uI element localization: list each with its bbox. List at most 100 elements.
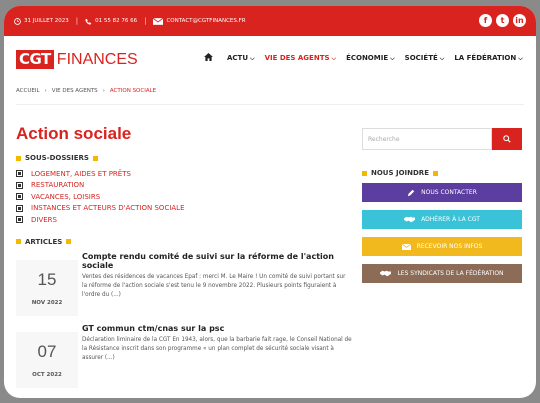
bullet-square (362, 170, 367, 176)
bullet-square (66, 239, 72, 244)
articles-heading: ARTICLES (16, 238, 348, 246)
nav-label: ÉCONOMIE (346, 54, 389, 62)
twitter-icon[interactable]: t (496, 14, 509, 27)
subfolder-label: INSTANCES ET ACTEURS D'ACTION SOCIALE (31, 204, 185, 213)
article-excerpt: Ventes des résidences de vacances Epaf :… (82, 273, 346, 298)
instagram-icon[interactable]: in (513, 14, 526, 27)
subfolder-item[interactable]: DIVERS (16, 214, 348, 226)
subfolder-item[interactable]: LOGEMENT, AIDES ET PRÊTS (16, 168, 348, 180)
subfolder-label: DIVERS (31, 215, 57, 224)
home-icon[interactable] (204, 53, 213, 64)
syndicats-button[interactable]: LES SYNDICATS DE LA FÉDÉRATION (362, 264, 522, 283)
date-box: 15 NOV 2022 (16, 259, 78, 316)
pencil-icon (407, 189, 415, 196)
subfolder-item[interactable]: RESTAURATION (16, 180, 348, 192)
button-label: ADHÉRER À LA CGT (421, 216, 480, 223)
email-item[interactable]: CONTACT@CGTFINANCES.FR (153, 17, 246, 25)
chevron-down-icon: ⌵ (518, 55, 523, 62)
breadcrumb-home[interactable]: ACCUEIL (16, 88, 40, 94)
handshake-icon (380, 270, 392, 277)
date-text: 31 JUILLET 2023 (24, 18, 69, 24)
article-card[interactable]: 07 OCT 2022 GT commun ctm/cnas sur la ps… (16, 324, 352, 388)
articles-heading-label: ARTICLES (25, 237, 63, 246)
separator: | (144, 17, 147, 25)
social-links: f t in (479, 14, 526, 27)
date-box: 07 OCT 2022 (16, 331, 78, 388)
nav-label: LA FÉDÉRATION (454, 54, 517, 62)
main-nav: ACTU ⌵ VIE DES AGENTS ⌵ ÉCONOMIE ⌵ SOCIÉTÉ ⌵… (204, 53, 523, 64)
article-month: OCT 2022 (32, 371, 62, 378)
article-body: GT commun ctm/cnas sur la psc Déclaratio… (82, 324, 352, 364)
breadcrumb-current: ACTION SOCIALE (109, 88, 157, 94)
breadcrumb-section[interactable]: VIE DES AGENTS (52, 88, 98, 94)
article-day: 15 (37, 269, 57, 289)
envelope-icon (401, 243, 411, 250)
folder-icon (16, 193, 23, 201)
clock-icon (14, 17, 21, 25)
divider (16, 104, 524, 105)
article-day: 07 (37, 341, 57, 361)
chevron-down-icon: ⌵ (439, 55, 445, 62)
folder-icon (16, 181, 23, 189)
article-title[interactable]: GT commun ctm/cnas sur la psc (82, 324, 352, 333)
nav-label: ACTU (227, 54, 249, 62)
main-content: Action sociale SOUS-DOSSIERS LOGEMENT, A… (16, 124, 352, 388)
bullet-square (432, 170, 438, 176)
chevron-down-icon: ⌵ (250, 55, 255, 62)
article-excerpt: Déclaration liminaire de la CGT En 1943,… (82, 336, 352, 361)
nav-item-actu[interactable]: ACTU ⌵ (227, 54, 255, 63)
date-item: 31 JUILLET 2023 (14, 17, 69, 25)
site-logo[interactable]: CGT FINANCES (16, 49, 138, 69)
phone-icon (85, 18, 92, 25)
newsletter-button[interactable]: RECEVOIR NOS INFOS (362, 237, 522, 256)
top-bar: 31 JUILLET 2023 | 01 55 82 76 66 | CONTA… (4, 6, 536, 36)
phone-item[interactable]: 01 55 82 76 66 (85, 18, 137, 25)
handshake-icon (404, 216, 416, 223)
subfolders-heading: SOUS-DOSSIERS (16, 154, 348, 162)
contact-button[interactable]: NOUS CONTACTER (362, 183, 522, 202)
nav-label: VIE DES AGENTS (264, 54, 330, 62)
nav-label: SOCIÉTÉ (404, 54, 438, 62)
article-card[interactable]: 15 NOV 2022 Compte rendu comité de suivi… (16, 252, 348, 316)
nav-item-vie-des-agents[interactable]: VIE DES AGENTS ⌵ (265, 54, 337, 63)
chevron-right-icon: › (102, 88, 105, 94)
site-header: CGT FINANCES ACTU ⌵ VIE DES AGENTS ⌵ ÉCONO… (4, 36, 536, 82)
folder-icon (16, 204, 23, 212)
search-button[interactable] (492, 128, 522, 150)
button-label: NOUS CONTACTER (421, 189, 477, 196)
button-label: LES SYNDICATS DE LA FÉDÉRATION (397, 270, 504, 277)
logo-cgt: CGT (16, 49, 54, 69)
subfolder-item[interactable]: VACANCES, LOISIRS (16, 191, 348, 203)
bullet-square (16, 155, 21, 161)
article-body: Compte rendu comité de suivi sur la réfo… (82, 252, 352, 301)
subfolder-label: RESTAURATION (31, 181, 85, 190)
nav-item-societe[interactable]: SOCIÉTÉ ⌵ (405, 54, 445, 63)
subfolder-list: LOGEMENT, AIDES ET PRÊTS RESTAURATION VA… (16, 168, 348, 226)
subfolders-heading-label: SOUS-DOSSIERS (25, 154, 89, 162)
subfolder-label: VACANCES, LOISIRS (31, 192, 101, 201)
separator: | (75, 17, 79, 25)
nav-item-federation[interactable]: LA FÉDÉRATION ⌵ (454, 54, 523, 63)
phone-text: 01 55 82 76 66 (95, 18, 138, 24)
join-heading-label: NOUS JOINDRE (371, 169, 429, 177)
chevron-right-icon: › (44, 88, 47, 94)
join-cgt-button[interactable]: ADHÉRER À LA CGT (362, 210, 522, 229)
article-title[interactable]: Compte rendu comité de suivi sur la réfo… (82, 252, 352, 270)
logo-finances: FINANCES (56, 50, 138, 68)
nav-item-economie[interactable]: ÉCONOMIE ⌵ (346, 54, 395, 63)
facebook-icon[interactable]: f (479, 14, 492, 27)
bullet-square (16, 239, 21, 244)
chevron-down-icon: ⌵ (331, 55, 337, 62)
chevron-down-icon: ⌵ (390, 55, 395, 62)
join-heading: NOUS JOINDRE (362, 169, 522, 177)
page-title: Action sociale (16, 124, 132, 143)
search-form: Recherche (362, 128, 522, 150)
browser-frame: 31 JUILLET 2023 | 01 55 82 76 66 | CONTA… (4, 6, 536, 398)
search-input[interactable]: Recherche (362, 128, 492, 150)
folder-icon (16, 170, 23, 178)
folder-icon (16, 216, 23, 224)
article-month: NOV 2022 (31, 299, 63, 306)
subfolder-item[interactable]: INSTANCES ET ACTEURS D'ACTION SOCIALE (16, 203, 348, 215)
bullet-square (92, 155, 98, 161)
search-icon (503, 135, 511, 143)
